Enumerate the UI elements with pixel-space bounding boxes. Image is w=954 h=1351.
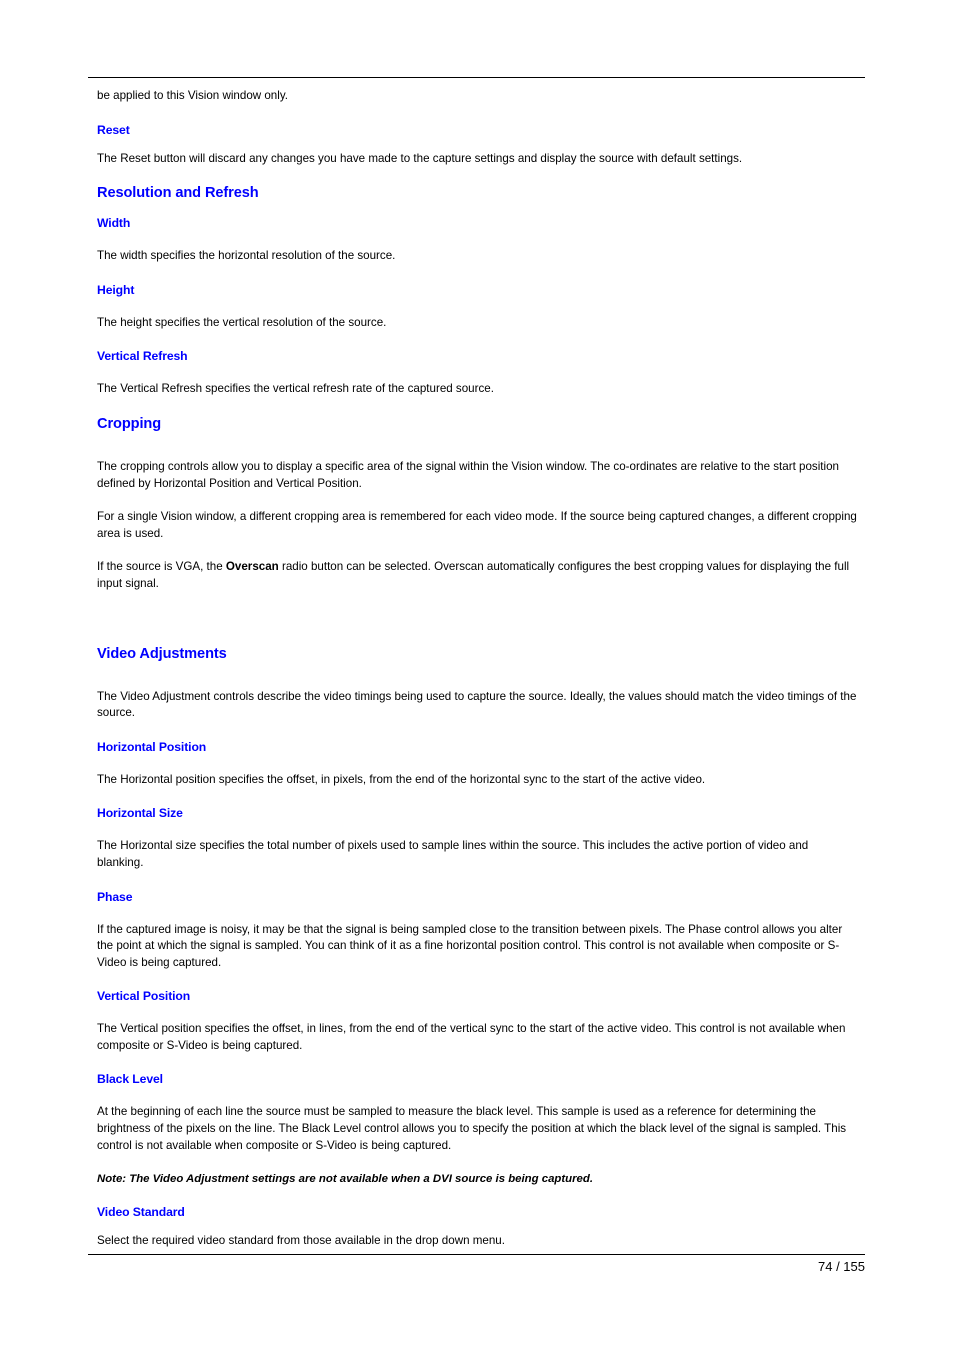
page-number-indicator: 74 / 155 [818,1259,865,1274]
paragraph-video-standard: Select the required video standard from … [97,1234,505,1248]
paragraph-phase: If the captured image is noisy, it may b… [97,922,843,969]
header-divider [88,77,865,78]
paragraph-video-adjustments: The Video Adjustment controls describe t… [97,689,857,720]
overscan-text-before: If the source is VGA, the [97,560,226,574]
document-content: be applied to this Vision window only. R… [97,88,857,1250]
footer-divider [88,1254,865,1255]
heading-resolution-and-refresh: Resolution and Refresh [97,185,259,202]
continued-paragraph: be applied to this Vision window only. [97,89,288,102]
paragraph-vertical-refresh: The Vertical Refresh specifies the verti… [97,382,494,396]
paragraph-horizontal-position: The Horizontal position specifies the of… [97,772,706,786]
paragraph-vertical-position: The Vertical position specifies the offs… [97,1022,846,1052]
heading-video-adjustments: Video Adjustments [97,645,227,662]
overscan-bold-term: Overscan [225,560,279,574]
paragraph-height: The height specifies the vertical resolu… [97,315,387,329]
heading-height: Height [97,282,135,297]
paragraph-width: The width specifies the horizontal resol… [97,249,396,263]
paragraph-horizontal-size: The Horizontal size specifies the total … [97,839,809,869]
heading-horizontal-position: Horizontal Position [97,739,207,754]
paragraph-reset: The Reset button will discard any change… [97,151,743,165]
note-dvi-source: Note: The Video Adjustment settings are … [97,1173,594,1186]
paragraph-cropping-2: For a single Vision window, a different … [97,510,857,540]
document-page: be applied to this Vision window only. R… [0,0,954,1351]
heading-horizontal-size: Horizontal Size [97,806,183,821]
heading-reset: Reset [97,122,130,137]
paragraph-black-level: At the beginning of each line the source… [97,1105,847,1152]
paragraph-cropping-1: The cropping controls allow you to displ… [97,459,839,490]
heading-black-level: Black Level [97,1072,163,1087]
heading-width: Width [97,216,131,231]
paragraph-overscan: If the source is VGA, the Overscan radio… [97,559,857,592]
heading-vertical-refresh: Vertical Refresh [97,349,188,364]
heading-phase: Phase [97,889,133,904]
heading-vertical-position: Vertical Position [97,989,191,1004]
heading-cropping: Cropping [97,415,162,432]
heading-video-standard: Video Standard [97,1205,185,1220]
